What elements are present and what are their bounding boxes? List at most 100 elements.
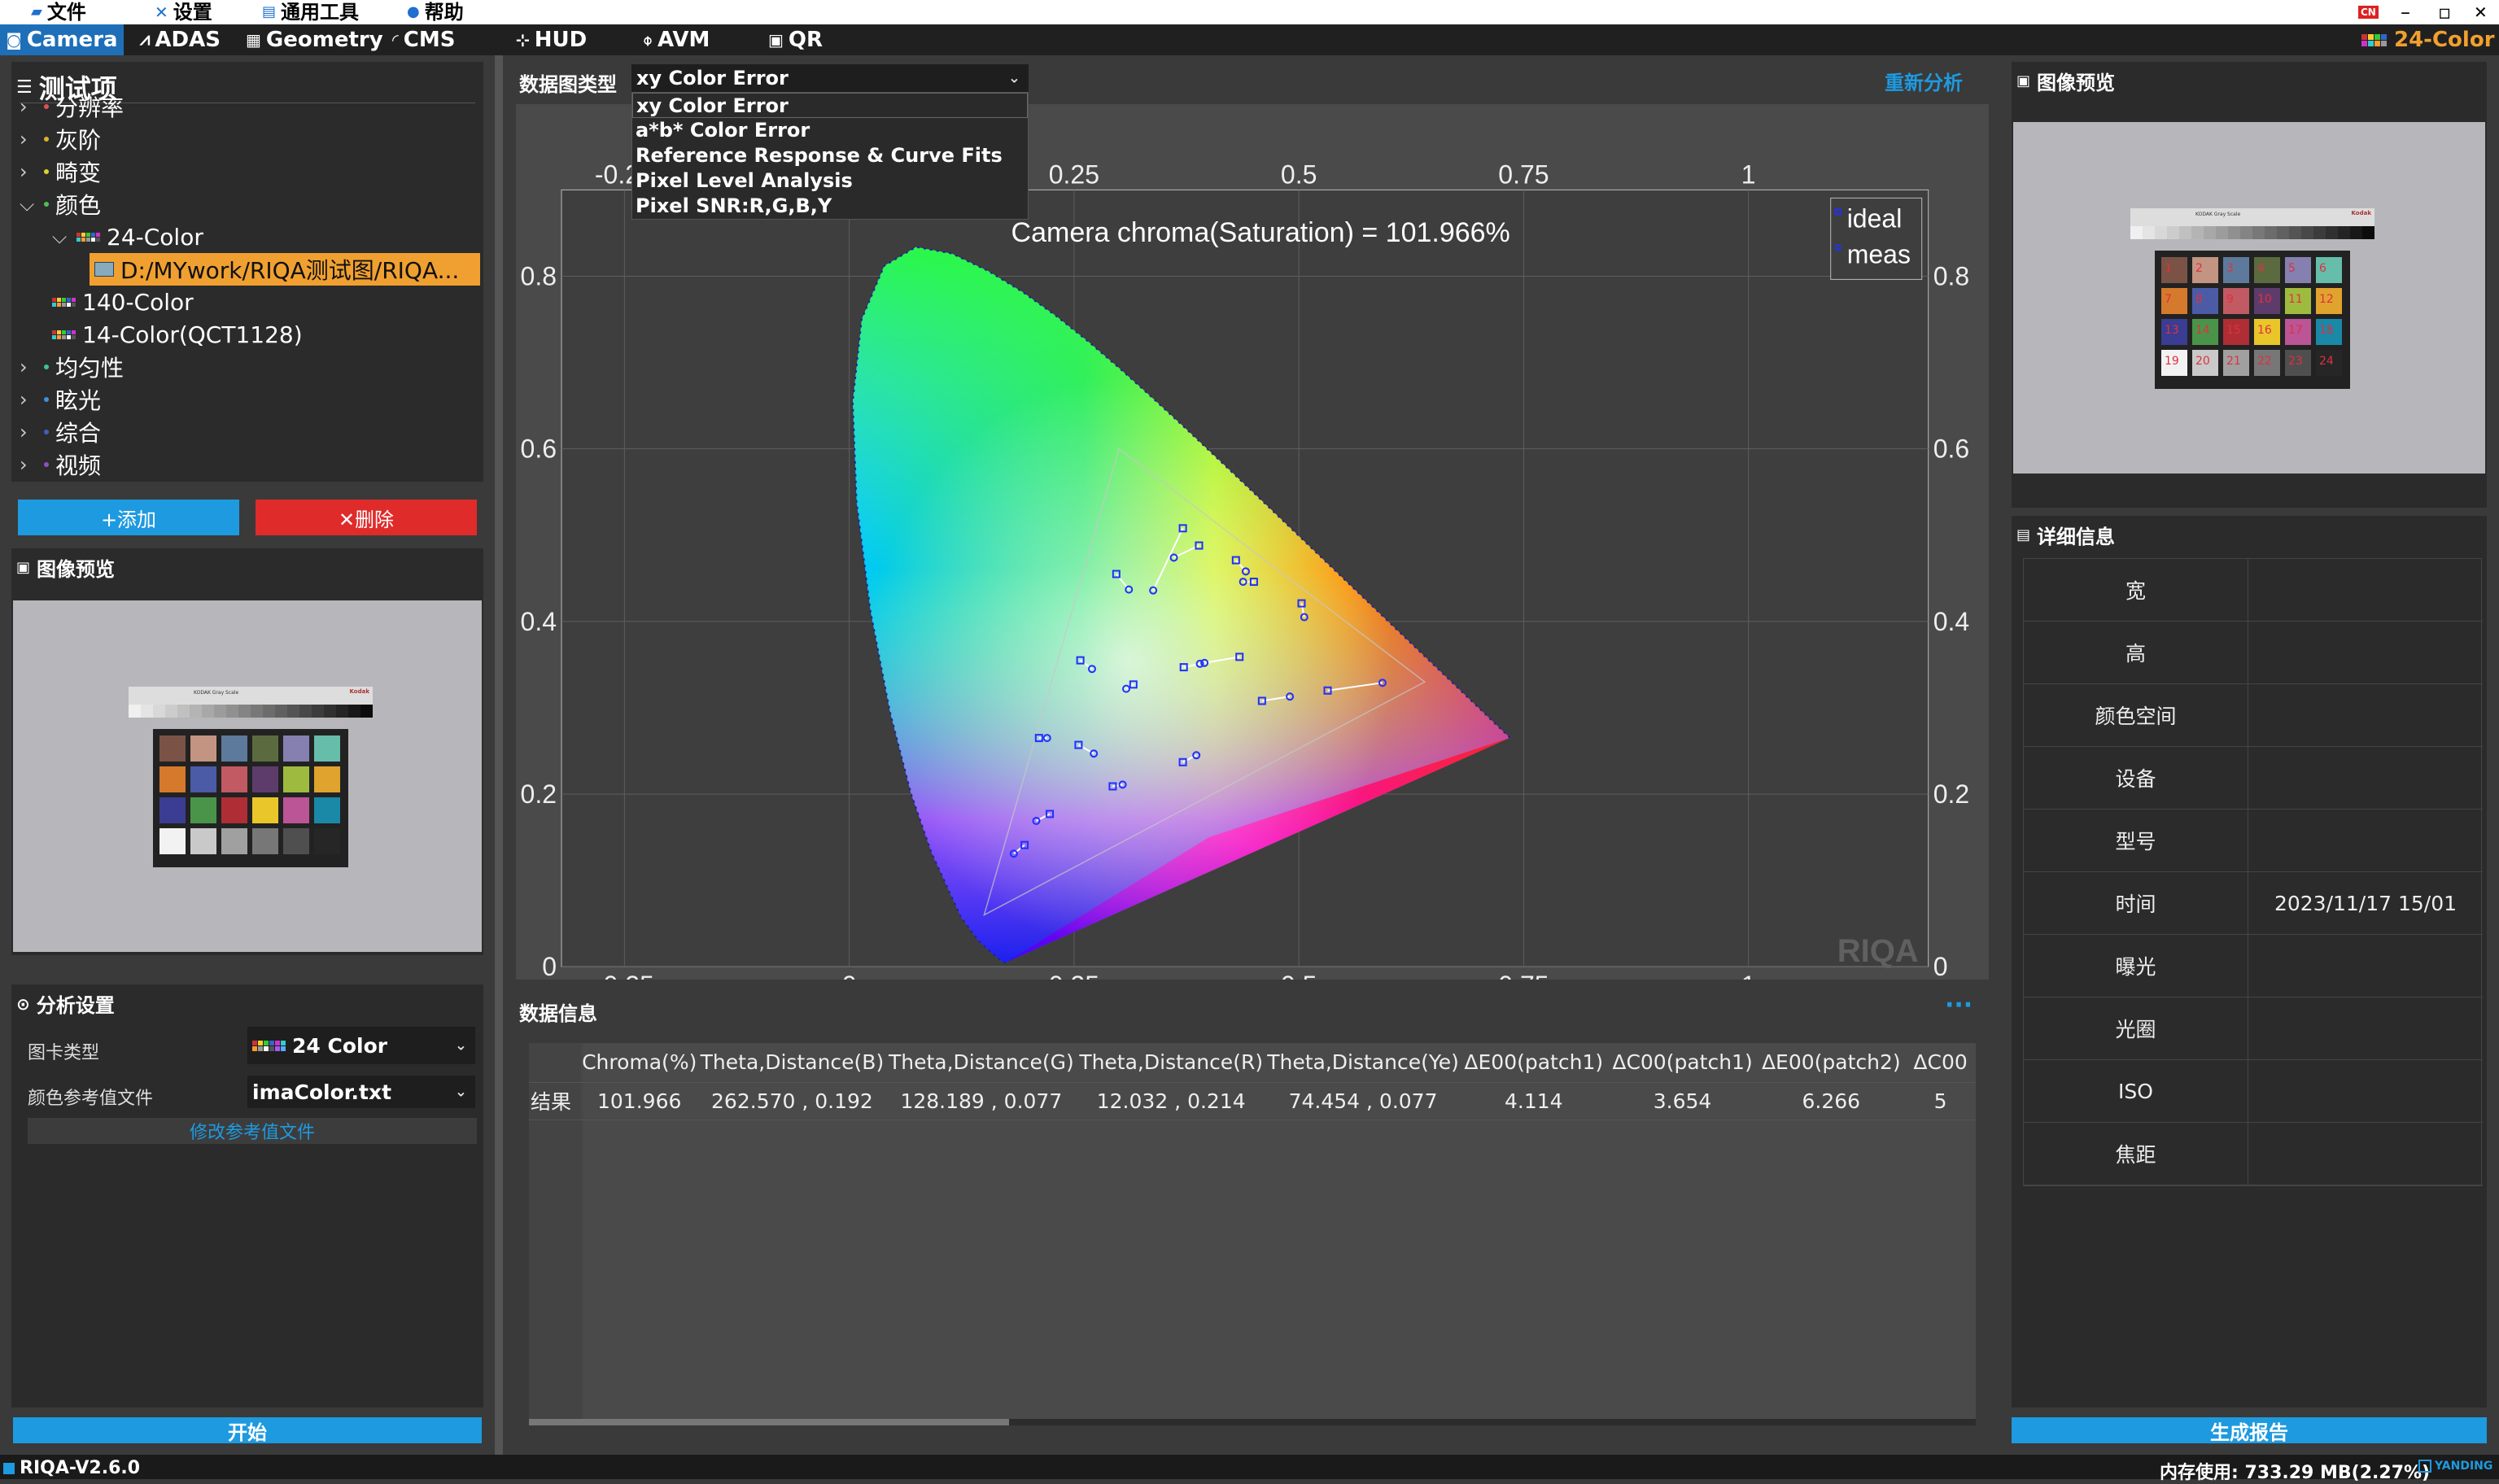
tree-item[interactable]: › 视频 <box>20 448 101 481</box>
table-header[interactable]: ΔE00(patch1) <box>1459 1043 1609 1083</box>
tree-item[interactable]: › 分辨率 <box>20 90 124 123</box>
chevron-down-icon[interactable]: ⌵ <box>52 225 70 248</box>
chevron-right-icon[interactable]: › <box>20 388 37 411</box>
tree-item[interactable]: › 畸变 <box>20 155 101 188</box>
tree-item[interactable]: ⌵ 颜色 <box>20 188 101 220</box>
restore-button[interactable]: ▫ <box>2438 0 2451 24</box>
color-patch <box>314 797 340 823</box>
tree-item[interactable]: › 综合 <box>20 416 101 448</box>
tree-item[interactable]: D:/MYwork/RIQA测试图/RIQA... <box>90 253 480 286</box>
table-header[interactable]: Theta,Distance(G) <box>887 1043 1077 1083</box>
table-cell: 5 <box>1905 1082 1976 1120</box>
tab-geometry[interactable]: ▦ Geometry <box>246 24 383 55</box>
generate-report-button[interactable]: 生成报告 <box>2012 1417 2487 1444</box>
menu-tools[interactable]: ▤ 通用工具 <box>262 0 359 24</box>
tab-camera[interactable]: ◙ Camera <box>0 24 124 55</box>
dropdown-option[interactable]: a*b* Color Error <box>632 118 1028 143</box>
color-patch <box>314 828 340 854</box>
close-button[interactable]: ✕ <box>2474 0 2488 24</box>
left-image-preview[interactable]: KODAK Gray Scale Kodak <box>13 600 482 952</box>
horizontal-scrollbar[interactable] <box>529 1419 1976 1425</box>
menu-help[interactable]: ● 帮助 <box>407 0 464 24</box>
color-patch <box>221 828 247 854</box>
table-header[interactable]: Theta,Distance(B) <box>697 1043 888 1083</box>
chevron-right-icon[interactable]: › <box>20 356 37 378</box>
tab-hud[interactable]: ⊹ HUD <box>516 24 587 55</box>
tab-qr[interactable]: ▣ QR <box>768 24 823 55</box>
detail-value <box>2248 1123 2483 1185</box>
data-chart-type-select[interactable]: xy Color Error ⌄ <box>631 64 1029 92</box>
table-header[interactable]: ΔE00(patch2) <box>1756 1043 1907 1083</box>
tab-adas[interactable]: ⩘ ADAS <box>140 24 221 55</box>
language-badge[interactable]: CN <box>2358 0 2379 24</box>
chevron-down-icon[interactable]: ⌵ <box>20 193 37 216</box>
more-icon[interactable]: ··· <box>1945 991 1973 1019</box>
version-label: RIQA-V2.6.0 <box>3 1458 140 1478</box>
splitter[interactable] <box>495 55 503 1455</box>
table-header[interactable]: ΔC00 <box>1905 1043 1976 1083</box>
detail-value <box>2248 1060 2483 1122</box>
test-tree-panel: ☰ 测试项 › 分辨率 › 灰阶 › 畸变 ⌵ 颜色 ⌵ 24-Color D:/MYwork/RIQ… <box>11 62 483 482</box>
color-patch: 3 <box>2223 257 2249 283</box>
table-header[interactable]: Theta,Distance(R) <box>1075 1043 1268 1083</box>
adas-icon: ⩘ <box>140 29 151 50</box>
menu-file[interactable]: ▰ 文件 <box>31 0 86 24</box>
patch-number: 23 <box>2288 355 2303 368</box>
table-cell: 结果 <box>529 1082 583 1120</box>
dropdown-option[interactable]: Pixel Level Analysis <box>632 168 1028 194</box>
color-patch <box>283 797 309 823</box>
chevron-right-icon[interactable]: › <box>20 421 37 443</box>
chevron-right-icon[interactable]: › <box>20 95 37 118</box>
data-info-title: 数据信息 <box>519 1002 597 1025</box>
detail-key: 焦距 <box>2024 1123 2248 1185</box>
right-image-preview[interactable]: KODAK Gray Scale Kodak 1 2 3 4 5 6 7 8 9 10 11 12 13 14… <box>2013 122 2485 474</box>
tree-item[interactable]: › 眩光 <box>20 383 101 416</box>
patch-number: 1 <box>2165 262 2172 275</box>
table-header[interactable] <box>529 1043 583 1083</box>
detail-value <box>2248 935 2483 997</box>
top-tick-label: 0.5 <box>1281 159 1317 189</box>
colorchecker-chart: KODAK Gray Scale Kodak 1 2 3 4 5 6 7 8 9 10 11 12 13 14… <box>2130 208 2374 405</box>
table-header[interactable]: ΔC00(patch1) <box>1608 1043 1758 1083</box>
tree-item[interactable]: 140-Color <box>52 286 194 318</box>
chevron-right-icon[interactable]: › <box>20 128 37 151</box>
tab-cms[interactable]: ◜ CMS <box>392 24 455 55</box>
chevron-right-icon[interactable]: › <box>20 453 37 476</box>
scrollbar-thumb[interactable] <box>529 1419 1009 1425</box>
chevron-right-icon[interactable]: › <box>20 160 37 183</box>
dropdown-option[interactable]: Reference Response & Curve Fits <box>632 143 1028 168</box>
tree-item[interactable]: ⌵ 24-Color <box>52 220 203 253</box>
dropdown-option[interactable]: xy Color Error <box>632 93 1028 118</box>
delete-button[interactable]: ✕删除 <box>256 500 477 535</box>
image-icon: ▣ <box>16 559 31 576</box>
color-patch <box>221 766 247 792</box>
tree-item[interactable]: 14-Color(QCT1128) <box>52 318 303 351</box>
tree-item-label: D:/MYwork/RIQA测试图/RIQA... <box>120 257 460 284</box>
patch-number: 16 <box>2257 324 2272 337</box>
patch-number: 2 <box>2195 262 2203 275</box>
gray-scale-label: KODAK Gray Scale <box>194 690 239 696</box>
table-header[interactable]: Theta,Distance(Ye) <box>1266 1043 1460 1083</box>
tree-item[interactable]: › 均匀性 <box>20 351 124 383</box>
tree-item-label: 均匀性 <box>55 355 125 382</box>
dropdown-option[interactable]: Pixel SNR:R,G,B,Y <box>632 194 1028 219</box>
add-button[interactable]: +添加 <box>18 500 239 535</box>
detail-value <box>2248 997 2483 1059</box>
ref-file-select[interactable]: imaColor.txt ⌄ <box>247 1076 475 1108</box>
tab-avm[interactable]: ⌽ AVM <box>643 24 710 55</box>
tree-item[interactable]: › 灰阶 <box>20 123 101 155</box>
chart-type-select[interactable]: 24 Color ⌄ <box>247 1027 475 1064</box>
brand-label: Kodak <box>349 688 370 695</box>
edit-ref-file-link[interactable]: 修改参考值文件 <box>28 1118 477 1144</box>
reanalyze-button[interactable]: 重新分析 <box>1885 67 1963 95</box>
y-tick-label: 0.6 <box>521 434 557 464</box>
menu-bar: ▰ 文件 ✕ 设置 ▤ 通用工具 ● 帮助 CN – ▫ ✕ <box>0 0 2499 24</box>
color-patch <box>283 828 309 854</box>
data-table: Chroma(%) Theta,Distance(B) Theta,Distance… <box>529 1043 1976 1120</box>
start-button[interactable]: 开始 <box>13 1417 482 1444</box>
table-header[interactable]: Chroma(%) <box>581 1043 698 1083</box>
brand-logo: YANDING <box>2418 1460 2492 1473</box>
patch-number: 24 <box>2319 355 2334 368</box>
minimize-button[interactable]: – <box>2401 0 2410 24</box>
menu-settings[interactable]: ✕ 设置 <box>155 0 212 24</box>
